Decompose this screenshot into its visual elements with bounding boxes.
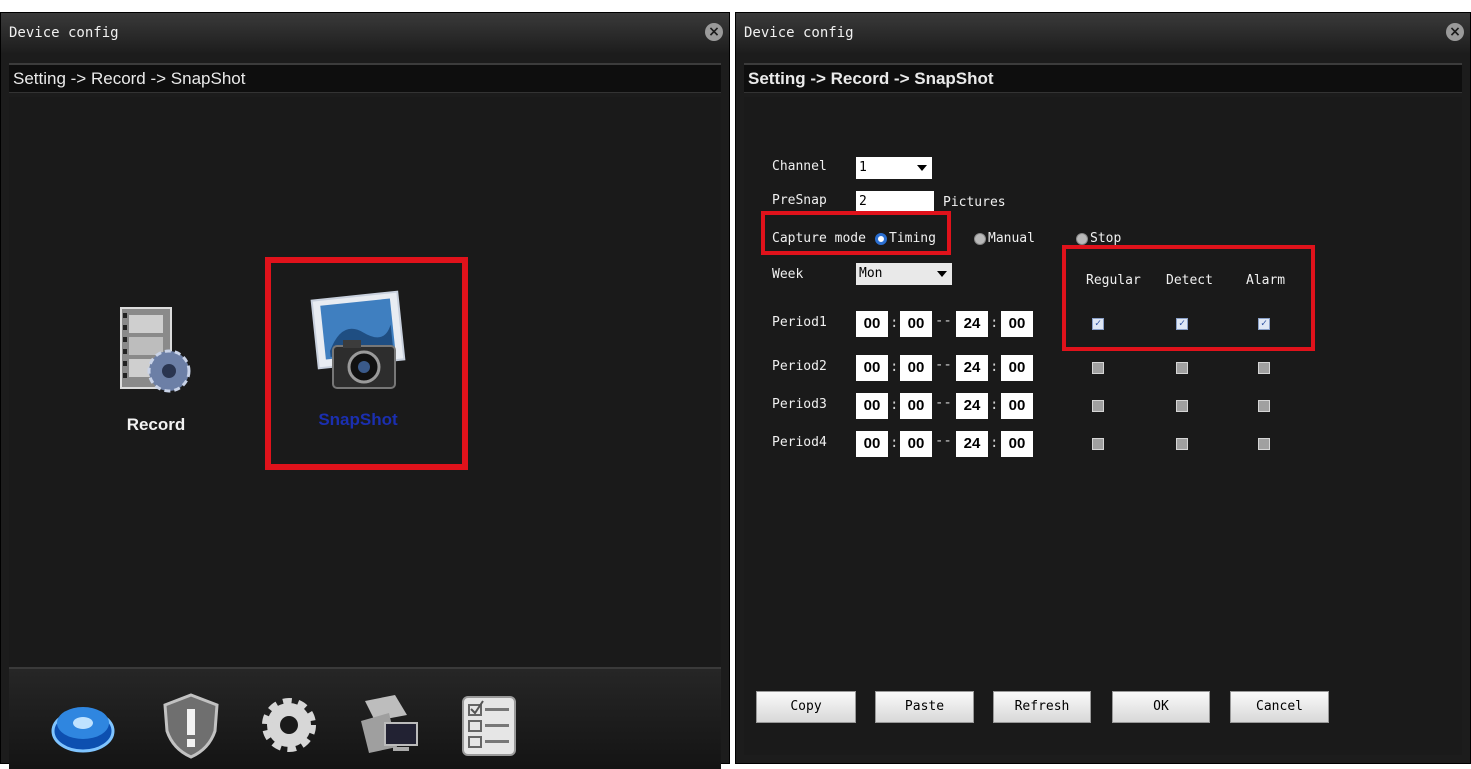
regular-checkbox[interactable] [1092, 362, 1104, 374]
channel-select[interactable]: 1 [856, 157, 932, 179]
shield-alert-icon[interactable] [157, 691, 225, 759]
presnap-input[interactable]: 2 [856, 191, 934, 213]
chevron-down-icon [917, 165, 927, 171]
detect-checkbox[interactable] [1176, 438, 1188, 450]
period-label: Period4 [772, 435, 827, 450]
disk-icon[interactable] [49, 691, 117, 759]
device-config-window-right: Device config × Setting -> Record -> Sna… [735, 12, 1471, 764]
time-colon: : [990, 359, 999, 375]
checklist-icon[interactable] [455, 691, 523, 759]
chevron-down-icon [937, 271, 947, 277]
time-colon: : [890, 315, 899, 331]
time-colon: : [890, 397, 899, 413]
time-colon: : [990, 315, 999, 331]
start-hour-input[interactable]: 00 [856, 311, 888, 337]
week-select[interactable]: Mon [856, 263, 952, 285]
trigger-columns-highlight-box [1062, 245, 1315, 351]
time-colon: : [890, 359, 899, 375]
presnap-label: PreSnap [772, 193, 827, 208]
detect-checkbox[interactable]: ✓ [1176, 318, 1188, 330]
title-bar[interactable]: Device config × [736, 13, 1470, 53]
close-icon[interactable]: × [1446, 23, 1464, 41]
title-bar[interactable]: Device config × [1, 13, 729, 53]
end-hour-input[interactable]: 24 [956, 393, 988, 419]
record-label: Record [126, 415, 186, 434]
stop-label: Stop [1090, 231, 1122, 246]
start-hour-input[interactable]: 00 [856, 393, 888, 419]
close-icon[interactable]: × [705, 23, 723, 41]
channel-value: 1 [859, 160, 867, 175]
start-minute-input[interactable]: 00 [900, 431, 932, 457]
window-title: Device config [744, 25, 854, 41]
end-hour-input[interactable]: 24 [956, 431, 988, 457]
time-range-dash: -- [935, 357, 952, 373]
end-minute-input[interactable]: 00 [1001, 393, 1033, 419]
bottom-nav-bar [9, 667, 721, 769]
week-label: Week [772, 267, 804, 282]
time-range-dash: -- [935, 313, 952, 329]
window-title: Device config [9, 25, 119, 41]
alarm-checkbox[interactable] [1258, 400, 1270, 412]
end-minute-input[interactable]: 00 [1001, 431, 1033, 457]
week-value: Mon [859, 266, 883, 281]
alarm-checkbox[interactable] [1258, 362, 1270, 374]
presnap-unit: Pictures [943, 195, 1006, 210]
regular-checkbox[interactable] [1092, 400, 1104, 412]
gear-icon[interactable] [255, 691, 323, 759]
alarm-checkbox[interactable] [1258, 438, 1270, 450]
ok-button[interactable]: OK [1112, 691, 1210, 723]
start-hour-input[interactable]: 00 [856, 355, 888, 381]
regular-checkbox[interactable]: ✓ [1092, 318, 1104, 330]
end-hour-input[interactable]: 24 [956, 355, 988, 381]
start-minute-input[interactable]: 00 [900, 393, 932, 419]
detect-checkbox[interactable] [1176, 362, 1188, 374]
breadcrumb: Setting -> Record -> SnapShot [9, 63, 721, 93]
end-minute-input[interactable]: 00 [1001, 355, 1033, 381]
start-hour-input[interactable]: 00 [856, 431, 888, 457]
alarm-checkbox[interactable]: ✓ [1258, 318, 1270, 330]
period-label: Period2 [772, 359, 827, 374]
regular-checkbox[interactable] [1092, 438, 1104, 450]
snapshot-highlight-box [265, 257, 468, 470]
breadcrumb: Setting -> Record -> SnapShot [744, 63, 1462, 93]
time-colon: : [990, 397, 999, 413]
record-tile[interactable]: Record [91, 303, 221, 435]
capture-mode-highlight-box [761, 211, 951, 255]
start-minute-input[interactable]: 00 [900, 311, 932, 337]
snapshot-settings-panel [744, 97, 1462, 755]
time-colon: : [990, 435, 999, 451]
device-config-window-left: Device config × Setting -> Record -> Sna… [0, 12, 730, 769]
refresh-button[interactable]: Refresh [993, 691, 1091, 723]
network-computer-icon[interactable] [355, 691, 423, 759]
stop-radio[interactable] [1076, 233, 1088, 245]
detect-checkbox[interactable] [1176, 400, 1188, 412]
period-label: Period1 [772, 315, 827, 330]
channel-label: Channel [772, 159, 827, 174]
manual-label: Manual [988, 231, 1035, 246]
end-minute-input[interactable]: 00 [1001, 311, 1033, 337]
period-label: Period3 [772, 397, 827, 412]
end-hour-input[interactable]: 24 [956, 311, 988, 337]
film-gear-icon [120, 307, 191, 393]
cancel-button[interactable]: Cancel [1230, 691, 1329, 723]
time-colon: : [890, 435, 899, 451]
paste-button[interactable]: Paste [875, 691, 974, 723]
manual-radio[interactable] [974, 233, 986, 245]
start-minute-input[interactable]: 00 [900, 355, 932, 381]
time-range-dash: -- [935, 395, 952, 411]
copy-button[interactable]: Copy [756, 691, 856, 723]
time-range-dash: -- [935, 433, 952, 449]
